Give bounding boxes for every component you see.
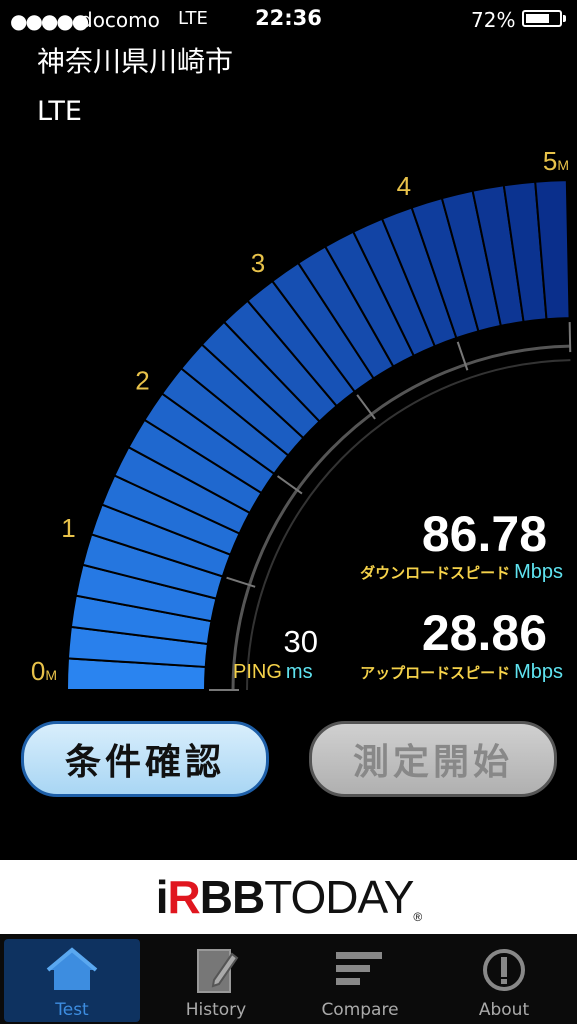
gauge-tick-label: 1 xyxy=(61,513,75,543)
gauge-tick-label: 3 xyxy=(251,248,265,278)
upload-unit: Mbps xyxy=(514,661,563,683)
logo-i: i xyxy=(155,871,169,923)
tab-compare-label: Compare xyxy=(321,1000,399,1020)
download-unit: Mbps xyxy=(514,561,563,583)
ping-unit: ms xyxy=(285,661,313,683)
logo-r: R xyxy=(167,871,201,923)
bars-icon xyxy=(288,946,432,996)
gauge-unit-mark: M xyxy=(557,157,569,173)
gauge-unit-mark: M xyxy=(45,667,57,683)
gauge-tick-mark xyxy=(356,394,376,420)
gauge-tick-label: 2 xyxy=(135,366,149,396)
home-icon xyxy=(0,946,144,996)
download-label-text: ダウンロードスピード xyxy=(360,564,511,582)
rbb-today-logo: iRBBTODAY® xyxy=(155,870,423,924)
tab-about-label: About xyxy=(478,1000,530,1020)
gauge-tick-mark xyxy=(568,322,572,353)
download-speed-label: ダウンロードスピード Mbps xyxy=(360,561,563,584)
tab-test[interactable]: Test xyxy=(0,934,144,1024)
gauge-tick-label: 5M xyxy=(543,146,569,176)
upload-speed-label: アップロードスピード Mbps xyxy=(360,661,563,684)
download-speed-value: 86.78 xyxy=(421,506,547,562)
notepad-icon xyxy=(144,946,288,996)
logo-registered: ® xyxy=(413,910,422,924)
ping-value: 30 xyxy=(283,624,318,659)
ping-label: PING ms xyxy=(233,661,313,684)
upload-label-text: アップロードスピード xyxy=(360,664,511,682)
tab-bar: Test History Compare About xyxy=(0,934,577,1024)
check-conditions-button[interactable]: 条件確認 xyxy=(21,721,269,797)
logo-today: TODAY xyxy=(264,871,414,923)
gauge-tick-label: 0M xyxy=(31,656,57,686)
gauge-tick-mark xyxy=(276,475,303,495)
upload-speed-value: 28.86 xyxy=(421,605,547,661)
tab-history[interactable]: History xyxy=(144,934,288,1024)
speed-gauge: 0M 1 2 3 4 5M xyxy=(31,146,572,691)
logo-bb: BB xyxy=(199,871,265,923)
ping-label-text: PING xyxy=(233,661,282,683)
gauge-tick-label: 4 xyxy=(397,171,411,201)
rbb-today-banner[interactable]: iRBBTODAY® xyxy=(0,860,577,934)
tab-compare[interactable]: Compare xyxy=(288,934,432,1024)
info-icon xyxy=(432,946,576,996)
start-measurement-button[interactable]: 測定開始 xyxy=(309,721,557,797)
tab-about[interactable]: About xyxy=(432,934,576,1024)
tab-test-label: Test xyxy=(55,1000,89,1020)
tab-history-label: History xyxy=(185,1000,247,1020)
